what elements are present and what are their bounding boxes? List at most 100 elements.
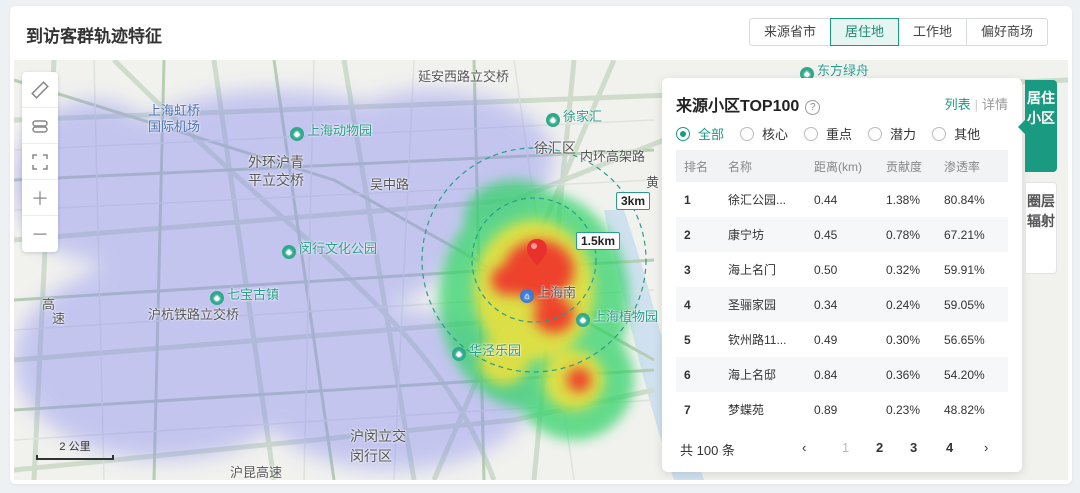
filter-potential[interactable]: 潜力 — [868, 124, 916, 143]
col-rank: 排名 — [676, 150, 720, 182]
page-4[interactable]: 4 — [946, 440, 953, 455]
tab-ring-radiation[interactable]: 圈层辐射 — [1025, 182, 1057, 274]
cell-name: 梦蝶苑 — [728, 403, 765, 417]
cell-contribution: 0.23% — [886, 402, 921, 417]
fullscreen-icon[interactable] — [22, 144, 58, 180]
col-penetration[interactable]: 渗透率 — [936, 150, 1008, 182]
zoom-in-icon[interactable]: ＋ — [22, 180, 58, 216]
cell-rank: 1 — [684, 192, 691, 207]
visitor-trajectory-card: 到访客群轨迹特征 来源省市 居住地 工作地 偏好商场 延安西路立交桥 上海虹桥 … — [10, 6, 1072, 484]
page-title: 到访客群轨迹特征 — [26, 27, 162, 46]
cell-contribution: 0.24% — [878, 287, 936, 322]
radio-icon — [740, 126, 755, 141]
segment-preferred-mall[interactable]: 偏好商场 — [965, 18, 1048, 46]
station-icon: ⌂ — [520, 289, 534, 303]
map-label-waihuan-2: 平立交桥 — [248, 172, 304, 188]
tab-residential-community[interactable]: 居住小区 — [1018, 80, 1057, 172]
table-row[interactable]: 1 徐汇公园... 0.44 1.38% 80.84% — [676, 182, 1008, 217]
table-row[interactable]: 3 海上名门 0.50 0.32% 59.91% — [676, 252, 1008, 287]
filter-other[interactable]: 其他 — [932, 124, 980, 143]
cell-distance: 0.84 — [806, 357, 878, 392]
view-separator: | — [974, 97, 978, 112]
cell-name: 海上名邸 — [720, 357, 806, 392]
park-icon: ♣ — [452, 347, 466, 361]
map-label-wuzhong: 吴中路 — [370, 177, 410, 192]
map-label-yanan: 延安西路立交桥 — [418, 69, 510, 84]
segment-residence[interactable]: 居住地 — [829, 18, 899, 46]
cell-penetration: 48.82% — [944, 402, 985, 417]
col-contribution[interactable]: 贡献度 — [878, 150, 936, 182]
page-2[interactable]: 2 — [876, 440, 883, 455]
cell-distance: 0.45 — [806, 217, 878, 252]
prev-page-icon[interactable]: ‹ — [802, 440, 806, 455]
top100-table: 排名 名称 距离(km) 贡献度 渗透率 1 徐汇公园... 0.44 1.38% 80… — [676, 150, 1008, 427]
table-header-row: 排名 名称 距离(km) 贡献度 渗透率 — [676, 150, 1008, 182]
cell-penetration: 56.65% — [944, 332, 985, 347]
cell-rank: 4 — [676, 287, 720, 322]
map-label-waihuan-1: 外环沪青 — [248, 154, 304, 170]
top100-panel: 来源小区TOP100? 列表 | 详情 全部 核心 重点 潜力 其他 排名 名称 距… — [662, 78, 1022, 472]
cell-rank: 3 — [684, 262, 691, 277]
cell-distance: 0.89 — [814, 402, 838, 417]
scale-bar — [36, 455, 114, 460]
radio-icon — [804, 126, 819, 141]
table-row[interactable]: 5 钦州路11... 0.49 0.30% 56.65% — [676, 322, 1008, 357]
map-label-shanghainan: ⌂ 上海南 — [520, 282, 576, 303]
page-1[interactable]: 1 — [842, 440, 849, 455]
location-pin-icon[interactable] — [526, 238, 548, 266]
table-row[interactable]: 6 海上名邸 0.84 0.36% 54.20% — [676, 357, 1008, 392]
map-label-hongqiao-2: 国际机场 — [148, 119, 201, 134]
filter-core[interactable]: 核心 — [740, 124, 788, 143]
map-label-minhang-culture: ♣ 闵行文化公园 — [282, 238, 377, 259]
ring-label-1-5km: 1.5km — [576, 232, 621, 250]
map-label-botanical: ♣ 上海植物园 — [576, 306, 658, 327]
map-label-huangpu: 黄 — [646, 175, 660, 190]
cell-contribution: 1.38% — [886, 192, 921, 207]
cell-rank: 7 — [684, 402, 691, 417]
cell-penetration: 80.84% — [944, 192, 985, 207]
cell-name: 海上名门 — [728, 263, 777, 277]
table-row[interactable]: 7 梦蝶苑 0.89 0.23% 48.82% — [676, 392, 1008, 427]
col-distance[interactable]: 距离(km) — [806, 150, 878, 182]
cell-distance: 0.49 — [814, 332, 838, 347]
view-detail-link[interactable]: 详情 — [982, 97, 1008, 112]
zoom-out-icon[interactable]: － — [22, 216, 58, 252]
segment-source-city[interactable]: 来源省市 — [748, 18, 831, 46]
cell-rank: 5 — [684, 332, 691, 347]
layers-icon[interactable] — [22, 108, 58, 144]
cell-contribution: 0.36% — [878, 357, 936, 392]
scale-label: 2 公里 — [59, 441, 91, 453]
segment-workplace[interactable]: 工作地 — [897, 18, 967, 46]
table-row[interactable]: 4 圣骊家园 0.34 0.24% 59.05% — [676, 287, 1008, 322]
view-list-link[interactable]: 列表 — [945, 97, 971, 112]
cell-distance: 0.44 — [814, 192, 838, 207]
map-label-humin: 沪闵立交 — [350, 428, 406, 444]
help-icon[interactable]: ? — [805, 100, 821, 115]
cell-contribution: 0.78% — [878, 217, 936, 252]
park-icon: ♣ — [546, 113, 560, 127]
park-icon: ♣ — [576, 313, 590, 327]
page-3[interactable]: 3 — [910, 440, 917, 455]
table-row[interactable]: 2 康宁坊 0.45 0.78% 67.21% — [676, 217, 1008, 252]
filter-all[interactable]: 全部 — [676, 124, 724, 143]
total-count: 共 100 条 — [680, 443, 735, 458]
map-scale: 2 公里 — [36, 438, 114, 460]
filter-key[interactable]: 重点 — [804, 124, 852, 143]
park-icon: ♣ — [290, 127, 304, 141]
park-icon: ♣ — [282, 245, 296, 259]
map-label-gaosu-2: 速 — [52, 311, 66, 326]
cell-name: 钦州路11... — [728, 333, 787, 347]
ruler-icon[interactable] — [22, 72, 58, 108]
segment-control: 来源省市 居住地 工作地 偏好商场 — [748, 18, 1048, 46]
cell-penetration: 59.05% — [936, 287, 1008, 322]
panel-title: 来源小区TOP100? — [676, 92, 821, 116]
cell-distance: 0.50 — [814, 262, 838, 277]
heatmap-map[interactable]: 延安西路立交桥 上海虹桥 国际机场 ♣ 上海动物园 ♣ 徐家汇 徐汇区 外环沪青 平… — [14, 60, 1068, 480]
cell-name: 徐汇公园... — [728, 193, 787, 207]
view-switch: 列表 | 详情 — [945, 94, 1008, 113]
map-label-xuhui: 徐汇区 — [534, 140, 576, 156]
ring-label-3km: 3km — [616, 192, 651, 210]
map-label-xujiahui: ♣ 徐家汇 — [546, 106, 602, 127]
next-page-icon[interactable]: › — [984, 440, 988, 455]
cell-name: 圣骊家园 — [720, 287, 806, 322]
